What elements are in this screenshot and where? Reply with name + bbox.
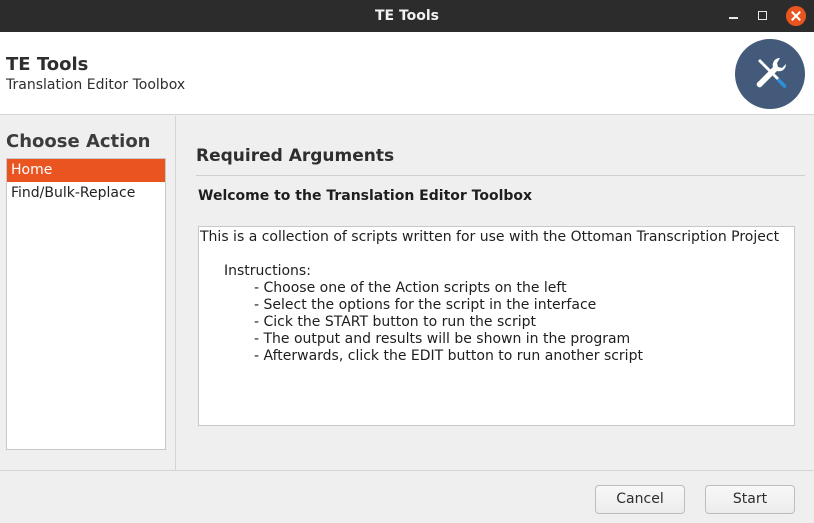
instructions-heading: Instructions: bbox=[224, 263, 311, 279]
main-panel: Required Arguments Welcome to the Transl… bbox=[177, 116, 814, 470]
action-sidebar: Choose Action Home Find/Bulk-Replace bbox=[0, 116, 176, 470]
action-item-find-bulk-replace[interactable]: Find/Bulk-Replace bbox=[7, 182, 165, 205]
tools-icon bbox=[735, 39, 805, 109]
action-list[interactable]: Home Find/Bulk-Replace bbox=[6, 158, 166, 450]
sidebar-title: Choose Action bbox=[6, 131, 151, 152]
instruction-line: - Select the options for the script in t… bbox=[254, 297, 597, 313]
action-item-home[interactable]: Home bbox=[7, 159, 165, 182]
app-name: TE Tools bbox=[6, 54, 89, 75]
button-bar: Cancel Start bbox=[0, 470, 814, 523]
maximize-icon[interactable] bbox=[753, 6, 773, 26]
intro-text: This is a collection of scripts written … bbox=[200, 229, 780, 245]
instruction-line: - Choose one of the Action scripts on th… bbox=[254, 280, 567, 296]
instruction-line: - The output and results will be shown i… bbox=[254, 331, 631, 347]
cancel-button[interactable]: Cancel bbox=[595, 485, 685, 514]
divider bbox=[196, 175, 805, 176]
welcome-heading: Welcome to the Translation Editor Toolbo… bbox=[198, 188, 533, 204]
app-header: TE Tools Translation Editor Toolbox bbox=[0, 32, 814, 115]
app-subtitle: Translation Editor Toolbox bbox=[6, 77, 186, 93]
section-title: Required Arguments bbox=[196, 146, 395, 166]
start-button[interactable]: Start bbox=[705, 485, 795, 514]
instructions-text-area[interactable]: This is a collection of scripts written … bbox=[198, 226, 795, 426]
window-title: TE Tools bbox=[374, 8, 440, 24]
window-titlebar: TE Tools bbox=[0, 0, 814, 32]
minimize-icon[interactable] bbox=[724, 6, 744, 26]
instruction-line: - Afterwards, click the EDIT button to r… bbox=[254, 348, 643, 364]
instruction-line: - Cick the START button to run the scrip… bbox=[254, 314, 537, 330]
close-icon[interactable] bbox=[786, 6, 806, 26]
